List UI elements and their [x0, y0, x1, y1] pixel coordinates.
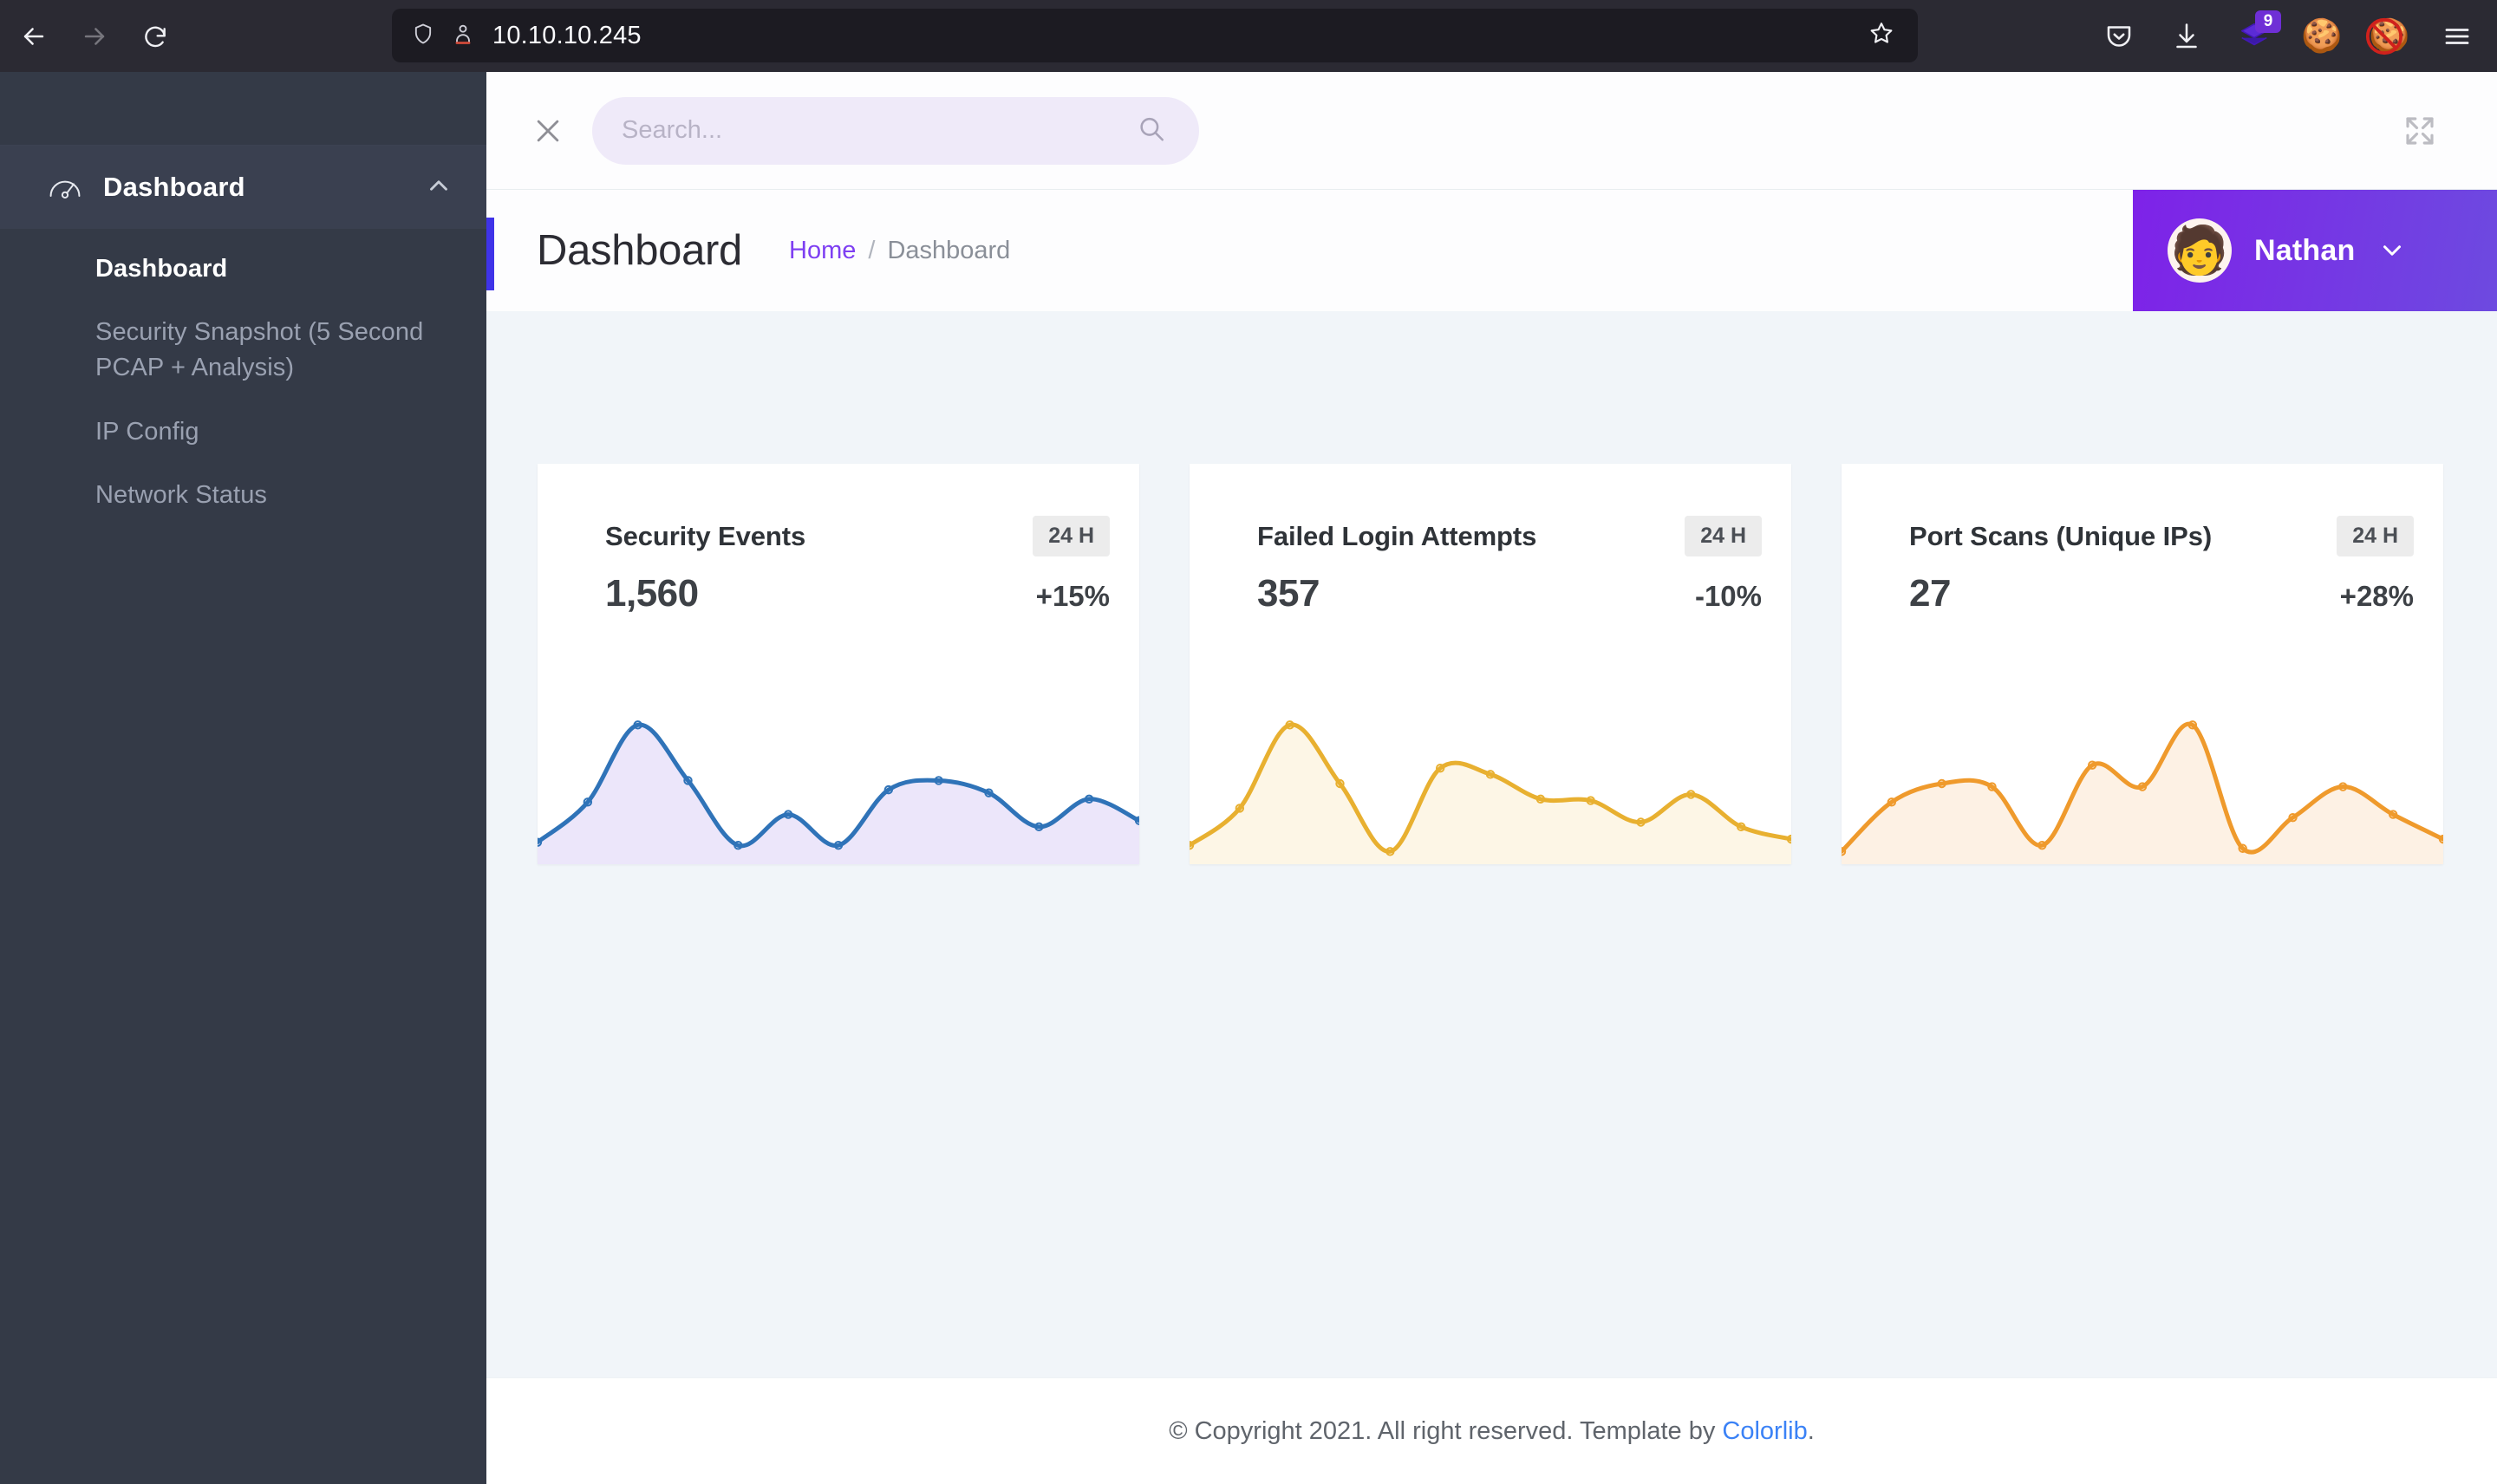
search-input[interactable] [622, 116, 1170, 145]
star-icon[interactable] [1868, 20, 1895, 52]
cookie-icon[interactable]: 🍪 [2294, 9, 2350, 64]
card-header: Security Events 24 H [538, 464, 1139, 556]
breadcrumb-current: Dashboard [887, 236, 1011, 264]
browser-actions: 9 🍪 🍪 [2091, 0, 2485, 72]
footer-link-colorlib[interactable]: Colorlib [1722, 1417, 1807, 1445]
page-header: Dashboard Home / Dashboard 🧑 Nathan [486, 190, 2497, 311]
sidebar-item-ip-config[interactable]: IP Config [0, 400, 486, 464]
address-bar-icons [411, 22, 475, 50]
web-page: Dashboard Dashboard Security Snapshot (5… [0, 72, 2497, 1484]
sidebar-item-security-snapshot[interactable]: Security Snapshot (5 Second PCAP + Analy… [0, 301, 486, 400]
pocket-icon[interactable] [2091, 9, 2147, 64]
sidebar-item-dashboard-group[interactable]: Dashboard [0, 146, 486, 229]
card-figures: 27 +28% [1842, 556, 2443, 615]
sidebar-item-label: IP Config [95, 417, 199, 446]
content-area: Dashboard Home / Dashboard 🧑 Nathan [486, 72, 2497, 1484]
card-title: Security Events [605, 520, 806, 551]
accent-bar [486, 218, 494, 290]
card-period-badge: 24 H [1685, 516, 1762, 556]
stat-card-port-scans[interactable]: Port Scans (Unique IPs) 24 H 27 +28% [1842, 464, 2443, 864]
chevron-down-icon[interactable] [2377, 236, 2407, 265]
card-title: Failed Login Attempts [1257, 520, 1537, 551]
avatar: 🧑 [2168, 218, 2232, 283]
card-figures: 357 -10% [1190, 556, 1791, 615]
url-text: 10.10.10.245 [492, 21, 642, 49]
shield-icon[interactable] [411, 22, 435, 50]
page-title: Dashboard [537, 227, 743, 274]
search-icon[interactable] [1137, 114, 1166, 147]
hamburger-menu-icon[interactable] [2429, 9, 2485, 64]
layers-extension-icon[interactable]: 9 [2226, 9, 2282, 64]
search-bar [486, 72, 2497, 190]
sparkline-chart [1190, 691, 1791, 864]
main-content: Security Events 24 H 1,560 +15% Failed L… [486, 311, 2497, 1377]
stat-card-security-events[interactable]: Security Events 24 H 1,560 +15% [538, 464, 1139, 864]
footer-suffix: . [1807, 1416, 1815, 1445]
no-cookie-icon[interactable]: 🍪 [2362, 9, 2417, 64]
sidebar-header [0, 72, 486, 146]
stat-card-failed-logins[interactable]: Failed Login Attempts 24 H 357 -10% [1190, 464, 1791, 864]
speedometer-icon [48, 174, 86, 200]
avatar-emoji: 🧑 [2170, 225, 2229, 277]
card-delta: +15% [1035, 580, 1110, 612]
sidebar-submenu: Dashboard Security Snapshot (5 Second PC… [0, 229, 486, 527]
breadcrumb: Home / Dashboard [789, 237, 1010, 265]
search-field[interactable] [592, 96, 1199, 165]
stat-card-row: Security Events 24 H 1,560 +15% Failed L… [486, 311, 2497, 864]
sidebar-item-network-status[interactable]: Network Status [0, 464, 486, 527]
card-header: Failed Login Attempts 24 H [1190, 464, 1791, 556]
fullscreen-expand-icon[interactable] [2389, 101, 2450, 161]
forward-button[interactable] [68, 10, 121, 63]
card-header: Port Scans (Unique IPs) 24 H [1842, 464, 2443, 556]
chevron-up-icon[interactable] [424, 171, 453, 205]
sidebar: Dashboard Dashboard Security Snapshot (5… [0, 72, 486, 1484]
card-delta: -10% [1694, 580, 1762, 612]
card-value: 27 [1909, 572, 1951, 615]
breadcrumb-home[interactable]: Home [789, 237, 856, 265]
user-name: Nathan [2254, 233, 2356, 267]
card-delta: +28% [2339, 580, 2414, 612]
card-value: 1,560 [605, 572, 699, 615]
card-figures: 1,560 +15% [538, 556, 1139, 615]
sparkline-chart [538, 691, 1139, 864]
footer-text: © Copyright 2021. All right reserved. Te… [1169, 1417, 1815, 1446]
card-period-badge: 24 H [2337, 516, 2414, 556]
card-value: 357 [1257, 572, 1320, 615]
address-bar[interactable]: 10.10.10.245 [392, 9, 1918, 62]
back-button[interactable] [7, 10, 61, 63]
sparkline-chart [1842, 691, 2443, 864]
breadcrumb-separator: / [868, 236, 876, 264]
user-menu[interactable]: 🧑 Nathan [2133, 190, 2497, 311]
reload-button[interactable] [128, 10, 182, 63]
card-period-badge: 24 H [1033, 516, 1110, 556]
sidebar-group-label: Dashboard [103, 172, 245, 202]
footer-copyright: © Copyright 2021. All right reserved. Te… [1169, 1416, 1723, 1445]
browser-toolbar: 10.10.10.245 9 🍪 � [0, 0, 2497, 72]
download-icon[interactable] [2159, 9, 2214, 64]
sidebar-item-label: Security Snapshot (5 Second PCAP + Analy… [95, 318, 424, 382]
extension-badge: 9 [2255, 10, 2281, 33]
footer: © Copyright 2021. All right reserved. Te… [486, 1377, 2497, 1484]
sidebar-item-label: Dashboard [95, 255, 228, 283]
sidebar-item-dashboard[interactable]: Dashboard [0, 238, 486, 301]
permissions-icon[interactable] [451, 22, 475, 50]
card-title: Port Scans (Unique IPs) [1909, 520, 2213, 551]
close-icon[interactable] [519, 102, 577, 159]
sidebar-item-label: Network Status [95, 480, 268, 509]
